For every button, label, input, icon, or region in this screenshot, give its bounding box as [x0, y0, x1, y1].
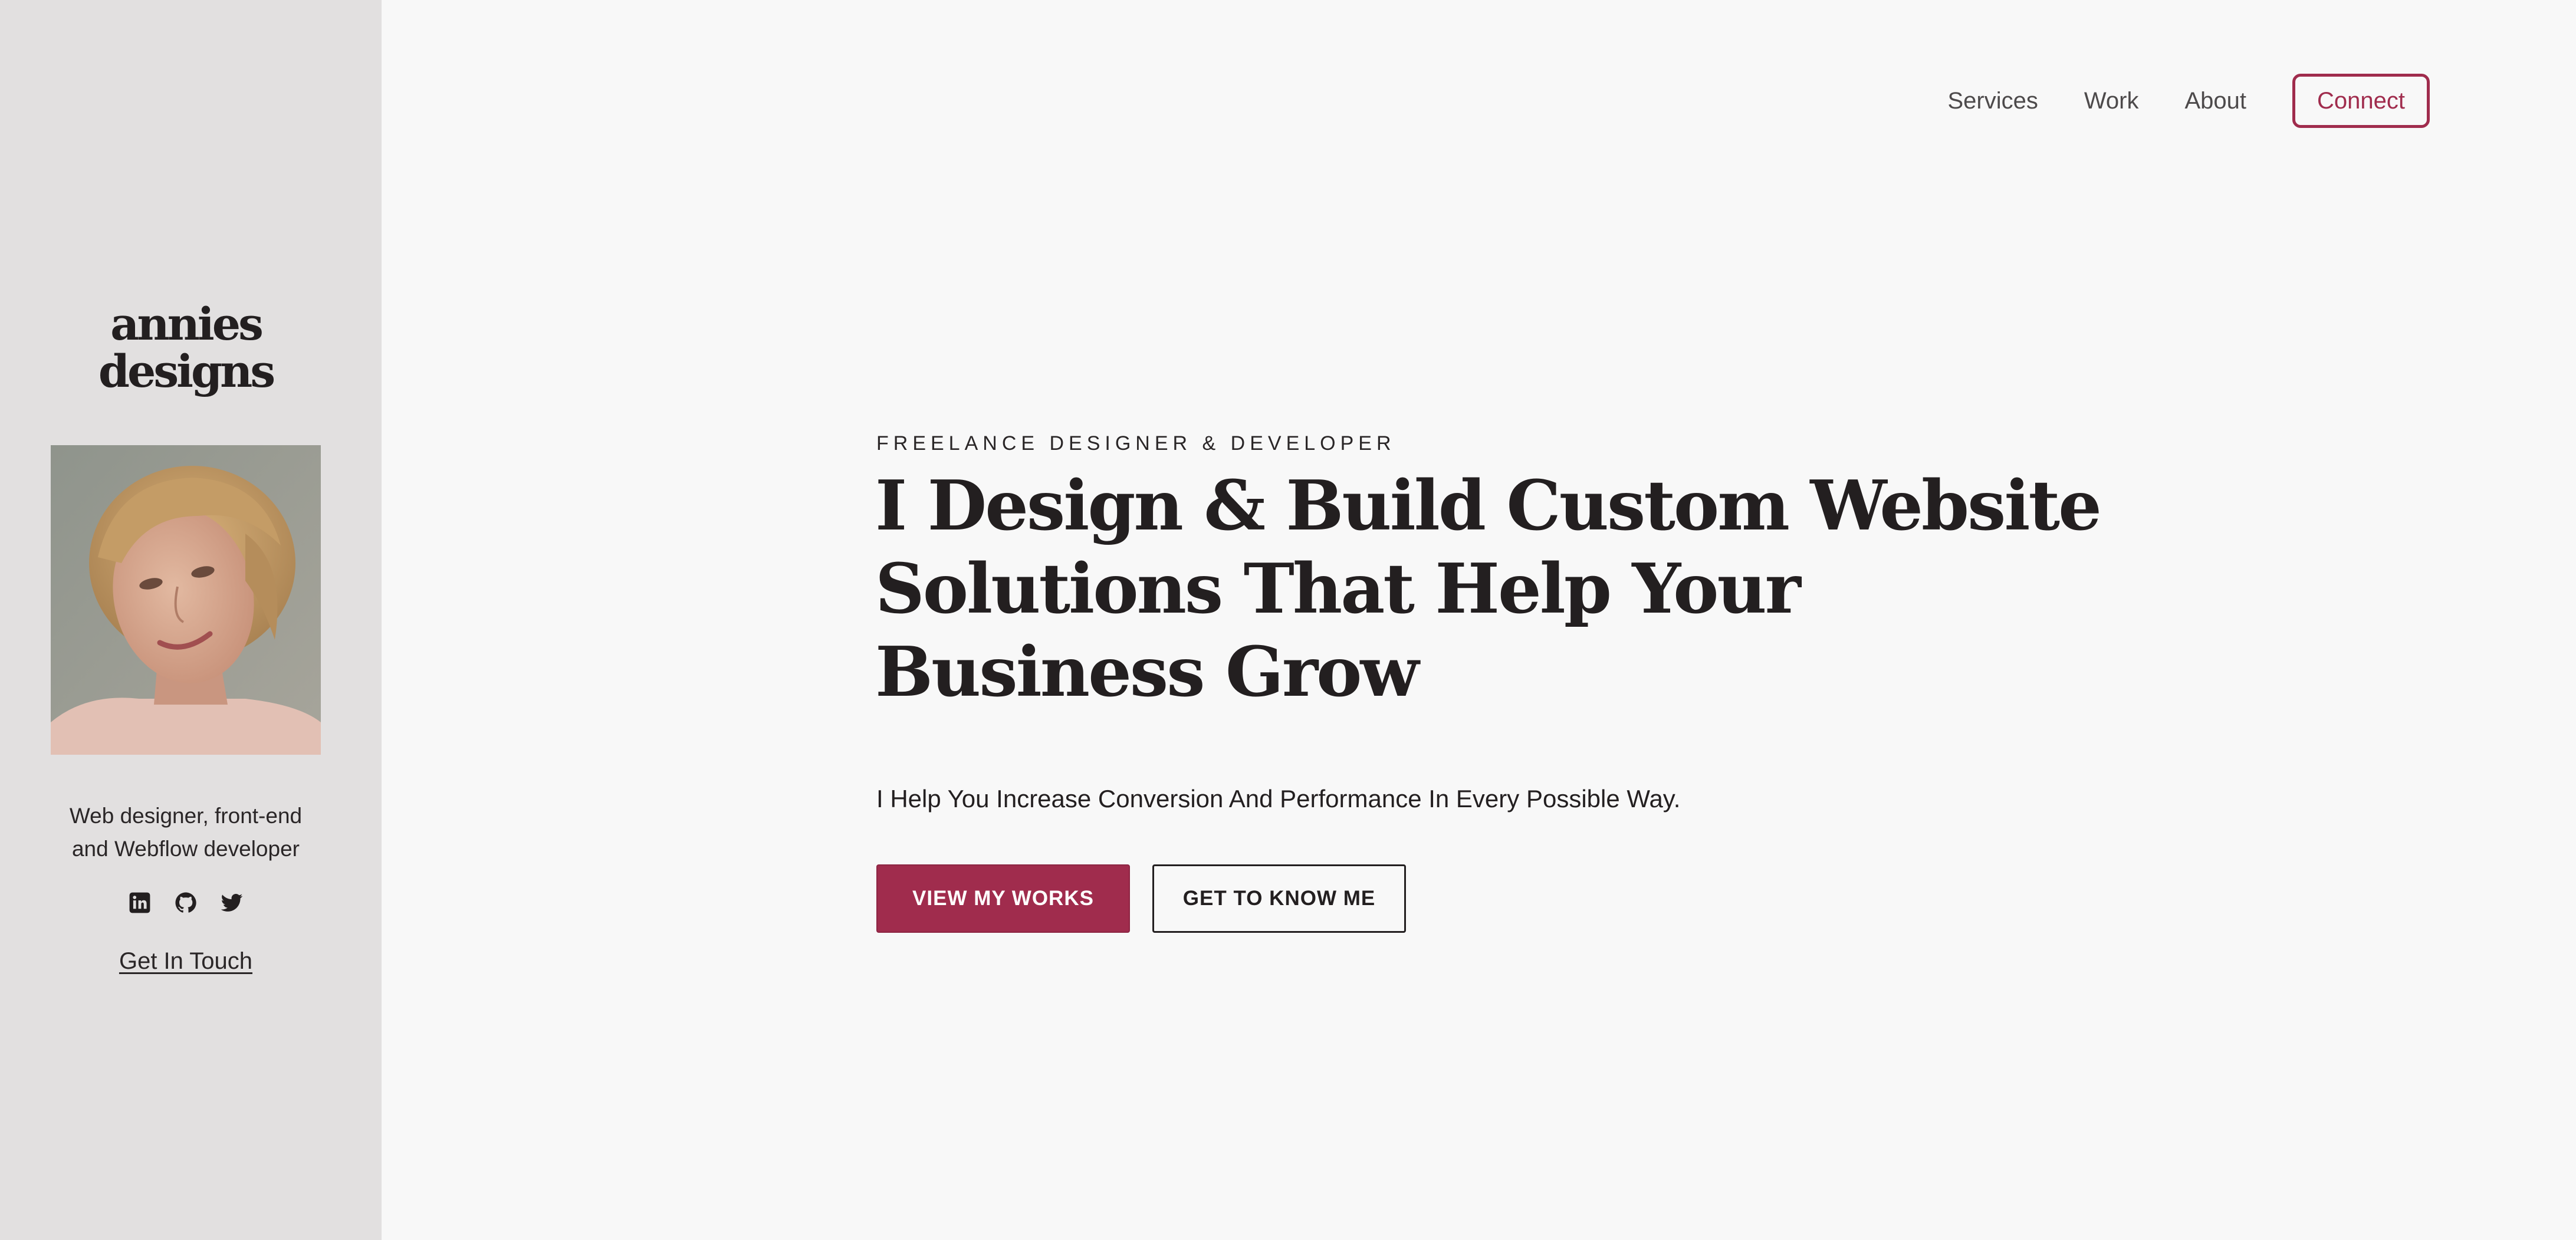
profile-tagline: Web designer, front-end and Webflow deve… — [0, 800, 372, 866]
get-in-touch-link[interactable]: Get In Touch — [119, 948, 252, 974]
sidebar: annies designs Web designer, front-end a… — [0, 0, 382, 1240]
hero-eyebrow: FREELANCE DESIGNER & DEVELOPER — [876, 432, 1396, 455]
tagline-line-1: Web designer, front-end — [69, 804, 303, 828]
hero-subheading: I Help You Increase Conversion And Perfo… — [876, 785, 1681, 813]
tagline-line-2: and Webflow developer — [71, 837, 300, 861]
logo-line-1: annies — [110, 298, 264, 350]
github-icon[interactable] — [173, 890, 198, 915]
headline-line-3: Business Grow — [875, 632, 1419, 712]
headline-line-1: I Design & Build Custom Website — [875, 466, 2102, 546]
site-logo[interactable]: annies designs — [0, 301, 372, 395]
profile-photo-illustration — [51, 445, 321, 755]
get-to-know-me-button[interactable]: GET TO KNOW ME — [1152, 864, 1406, 933]
nav-link-work[interactable]: Work — [2084, 88, 2139, 114]
logo-line-2: designs — [98, 345, 275, 397]
connect-button[interactable]: Connect — [2292, 74, 2430, 128]
get-in-touch-container: Get In Touch — [0, 945, 372, 978]
twitter-icon[interactable] — [219, 890, 244, 915]
nav-link-services[interactable]: Services — [1947, 88, 2038, 114]
hero-headline: I Design & Build Custom Website Solution… — [875, 465, 2102, 714]
profile-photo — [51, 445, 321, 755]
nav-link-about[interactable]: About — [2184, 88, 2246, 114]
top-nav: Services Work About Connect — [1947, 73, 2430, 129]
social-links — [0, 890, 372, 920]
linkedin-icon[interactable] — [127, 890, 152, 915]
headline-line-2: Solutions That Help Your — [875, 549, 1801, 629]
view-my-works-button[interactable]: VIEW MY WORKS — [876, 864, 1130, 933]
